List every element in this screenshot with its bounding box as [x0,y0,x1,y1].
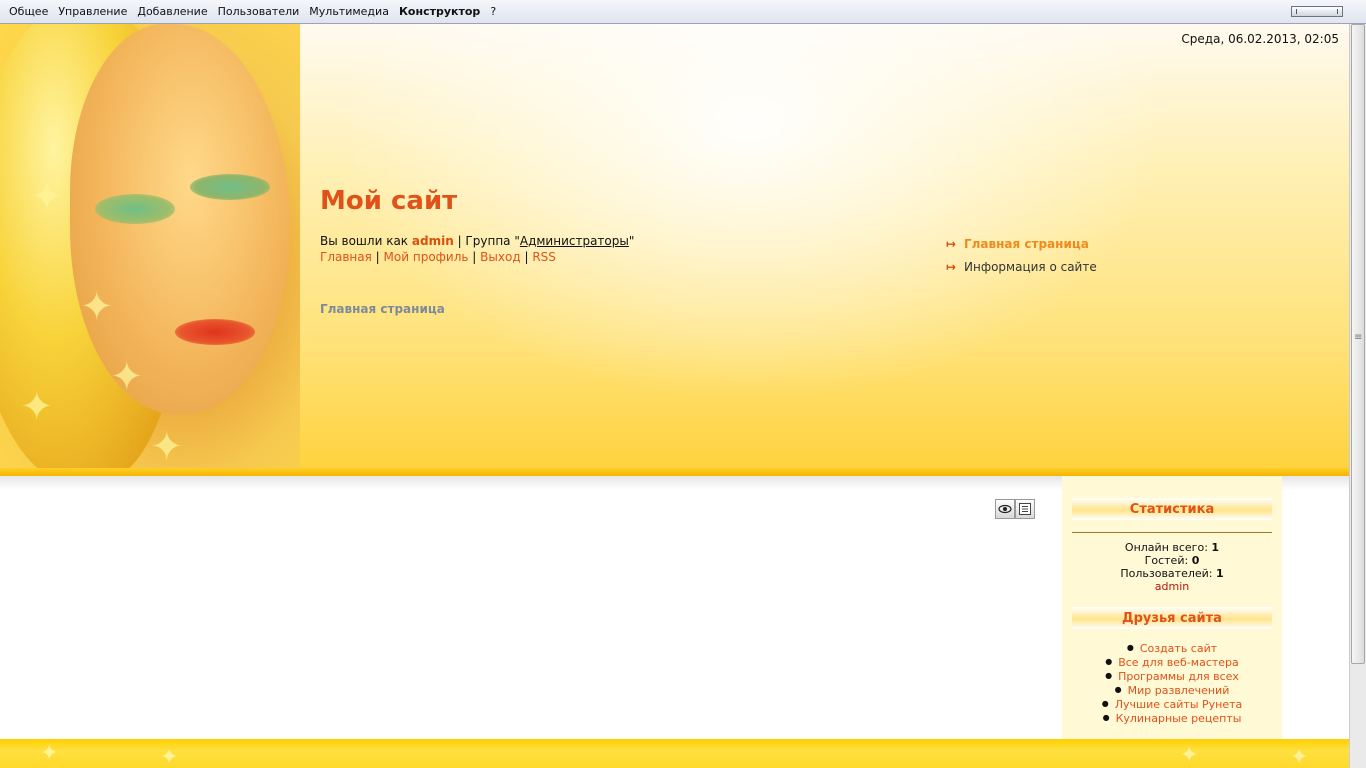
users-count: 1 [1216,567,1224,580]
site-menu-item-home[interactable]: ↦ Главная страница [946,232,1097,255]
list-item: Мир развлечений [1062,683,1282,697]
admin-menu-general[interactable]: Общее [4,5,53,18]
group-suffix: " [628,234,635,248]
rss-link[interactable]: RSS [532,250,556,264]
friend-link[interactable]: Все для веб-мастера [1118,656,1239,669]
stats-title: Статистика [1072,498,1272,520]
user-links: Главная | Мой профиль | Выход | RSS [320,250,556,264]
home-link[interactable]: Главная [320,250,372,264]
admin-menu-multimedia[interactable]: Мультимедиа [304,5,394,18]
admin-menu-help[interactable]: ? [485,5,501,18]
arrow-icon: ↦ [946,236,957,251]
vertical-scrollbar[interactable] [1349,24,1366,768]
site-header: ✦ ✦ ✦ ✦ ✦ Среда, 06.02.2013, 02:05 Мой с… [0,24,1349,476]
my-profile-link[interactable]: Мой профиль [384,250,469,264]
online-user-link[interactable]: admin [1155,580,1189,593]
toolbar-collapse-handle[interactable] [1291,6,1343,17]
admin-menu-management[interactable]: Управление [53,5,132,18]
site-menu-label: Главная страница [964,236,1089,251]
guests-count: 0 [1191,554,1200,567]
friend-link[interactable]: Программы для всех [1118,670,1239,683]
admin-menu: Общее Управление Добавление Пользователи… [4,5,501,18]
header-woman-photo: ✦ ✦ ✦ ✦ ✦ [0,24,300,476]
scrollbar-thumb[interactable] [1351,24,1365,664]
eye-icon[interactable] [995,499,1015,519]
list-item: Программы для всех [1062,669,1282,683]
friend-link[interactable]: Создать сайт [1140,642,1217,655]
admin-menu-add[interactable]: Добавление [132,5,212,18]
friends-title: Друзья сайта [1072,607,1272,629]
sidebar: Статистика Онлайн всего: 1 Гостей: 0 Пол… [1062,476,1282,740]
user-group-link[interactable]: Администраторы [520,234,629,248]
admin-menu-constructor[interactable]: Конструктор [394,5,485,18]
logout-link[interactable]: Выход [480,250,520,264]
list-item: Лучшие сайты Рунета [1062,697,1282,711]
admin-toolbar: Общее Управление Добавление Пользователи… [0,0,1366,24]
list-icon[interactable] [1015,499,1035,519]
page-tools [995,499,1035,519]
divider [1072,532,1272,533]
admin-menu-users[interactable]: Пользователи [213,5,305,18]
group-prefix: | Группа " [457,234,520,248]
list-item: Все для веб-мастера [1062,655,1282,669]
stats-block: Онлайн всего: 1 Гостей: 0 Пользователей:… [1120,541,1224,593]
site-title[interactable]: Мой сайт [320,186,457,216]
welcome-prefix: Вы вошли как [320,234,409,248]
online-count: 1 [1211,541,1220,554]
friend-link[interactable]: Лучшие сайты Рунета [1115,698,1243,711]
breadcrumb: Главная страница [320,302,445,316]
list-item: Кулинарные рецепты [1062,711,1282,725]
date-time: Среда, 06.02.2013, 02:05 [1181,32,1339,46]
friend-link[interactable]: Кулинарные рецепты [1116,712,1242,725]
list-item: Создать сайт [1062,641,1282,655]
friend-link[interactable]: Мир развлечений [1128,684,1230,697]
friends-list: Создать сайт Все для веб-мастера Програм… [1062,641,1282,725]
site-footer: ✦ ✦ ✦ ✦ [0,739,1349,768]
arrow-icon: ↦ [946,259,957,274]
site-menu-label: Информация о сайте [964,259,1097,274]
site-menu-item-about[interactable]: ↦ Информация о сайте [946,255,1097,278]
site-menu: ↦ Главная страница ↦ Информация о сайте [946,232,1097,278]
logged-in-username[interactable]: admin [412,234,454,248]
login-status: Вы вошли как admin | Группа "Администрат… [320,234,634,248]
